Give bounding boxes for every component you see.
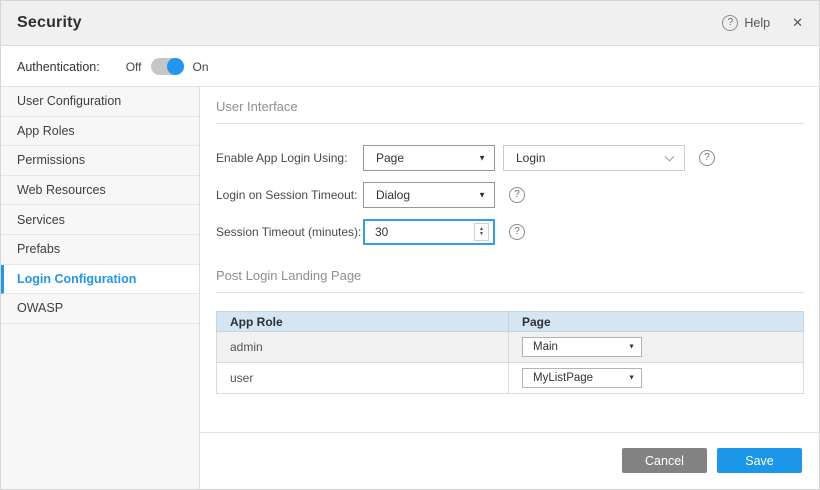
caret-down-icon: ▼ [478, 191, 486, 200]
enable-app-login-page-select[interactable]: Login [503, 145, 685, 171]
authentication-toggle[interactable] [151, 58, 184, 75]
admin-page-value: Main [533, 341, 558, 353]
user-interface-form: Enable App Login Using: Page ▼ Login ? L… [216, 145, 804, 245]
sidebar-item-permissions[interactable]: Permissions [1, 146, 199, 176]
session-timeout-row: Session Timeout (minutes): ▲ ▼ ? [216, 219, 804, 245]
stepper-down-icon[interactable]: ▼ [479, 232, 484, 237]
enable-app-login-mode-value: Page [376, 151, 404, 165]
sidebar-item-prefabs[interactable]: Prefabs [1, 235, 199, 265]
cancel-button[interactable]: Cancel [622, 448, 707, 473]
app-role-cell: user [217, 363, 509, 394]
login-on-session-timeout-value: Dialog [376, 188, 410, 202]
session-timeout-field: ▲ ▼ [363, 219, 495, 245]
sidebar-item-services[interactable]: Services [1, 205, 199, 235]
enable-app-login-row: Enable App Login Using: Page ▼ Login ? [216, 145, 804, 171]
enable-app-login-help-icon[interactable]: ? [699, 150, 715, 166]
post-login-landing-table: App Role Page admin Main ▼ user [216, 311, 804, 394]
help-button[interactable]: ? Help [722, 15, 770, 31]
number-stepper[interactable]: ▲ ▼ [474, 223, 489, 241]
sidebar-item-owasp[interactable]: OWASP [1, 294, 199, 324]
session-timeout-help-icon[interactable]: ? [509, 224, 525, 240]
toggle-knob [167, 58, 184, 75]
app-role-cell: admin [217, 332, 509, 363]
page-column-header: Page [509, 312, 804, 332]
body: User Configuration App Roles Permissions… [1, 87, 819, 489]
session-timeout-label: Session Timeout (minutes): [216, 225, 363, 239]
table-header-row: App Role Page [217, 312, 804, 332]
enable-app-login-page-value: Login [516, 151, 545, 165]
help-label: Help [744, 16, 770, 30]
user-page-select[interactable]: MyListPage ▼ [522, 368, 642, 388]
section-title-user-interface: User Interface [216, 87, 804, 124]
enable-app-login-mode-select[interactable]: Page ▼ [363, 145, 495, 171]
login-on-session-timeout-row: Login on Session Timeout: Dialog ▼ ? [216, 182, 804, 208]
sidebar-item-app-roles[interactable]: App Roles [1, 117, 199, 147]
table-row-user: user MyListPage ▼ [217, 363, 804, 394]
authentication-on-label: On [193, 60, 209, 74]
section-title-post-login: Post Login Landing Page [216, 256, 804, 293]
admin-page-select[interactable]: Main ▼ [522, 337, 642, 357]
authentication-bar: Authentication: Off On [1, 47, 819, 87]
app-role-column-header: App Role [217, 312, 509, 332]
caret-down-icon: ▼ [628, 375, 635, 382]
help-question-icon: ? [722, 15, 738, 31]
close-icon[interactable]: ✕ [792, 15, 803, 31]
caret-down-icon: ▼ [478, 154, 486, 163]
security-dialog: Security ? Help ✕ Authentication: Off On… [0, 0, 820, 490]
save-button[interactable]: Save [717, 448, 802, 473]
page-title: Security [17, 14, 82, 32]
table-row-admin: admin Main ▼ [217, 332, 804, 363]
user-page-value: MyListPage [533, 372, 593, 384]
login-on-session-timeout-label: Login on Session Timeout: [216, 188, 363, 202]
chevron-down-icon [665, 152, 675, 162]
footer-actions: Cancel Save [200, 432, 819, 489]
login-on-session-timeout-help-icon[interactable]: ? [509, 187, 525, 203]
session-timeout-input[interactable] [365, 225, 455, 239]
authentication-label: Authentication: [17, 60, 100, 74]
sidebar-item-login-configuration[interactable]: Login Configuration [1, 265, 199, 295]
titlebar: Security ? Help ✕ [1, 1, 819, 46]
caret-down-icon: ▼ [628, 344, 635, 351]
sidebar-item-user-configuration[interactable]: User Configuration [1, 87, 199, 117]
login-on-session-timeout-select[interactable]: Dialog ▼ [363, 182, 495, 208]
authentication-off-label: Off [126, 60, 142, 74]
sidebar-item-web-resources[interactable]: Web Resources [1, 176, 199, 206]
login-configuration-panel: User Interface Enable App Login Using: P… [200, 87, 819, 489]
sidebar: User Configuration App Roles Permissions… [1, 87, 200, 489]
enable-app-login-label: Enable App Login Using: [216, 151, 363, 165]
